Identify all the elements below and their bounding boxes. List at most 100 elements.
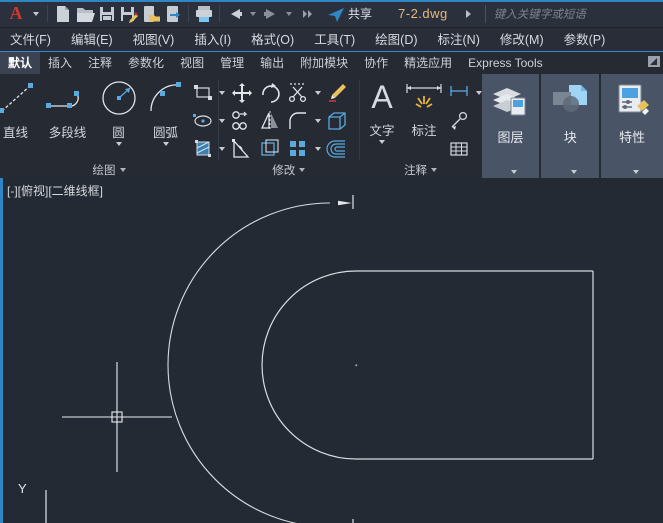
text-icon: A [363, 78, 401, 118]
scale-tool[interactable] [229, 136, 255, 162]
block-panel-label: 块 [564, 127, 577, 146]
polyline-tool[interactable]: 多段线 [40, 78, 96, 141]
menu-item-view[interactable]: 视图(V) [123, 28, 185, 52]
tab-home[interactable]: 默认 [0, 52, 40, 74]
table-tool[interactable] [446, 136, 472, 162]
circle-dropdown-caret-icon[interactable] [116, 142, 122, 146]
erase-tool[interactable] [324, 80, 350, 106]
line-tool[interactable]: 直线 [0, 78, 40, 141]
array-grid-tool[interactable] [285, 136, 311, 162]
modify-panel-caret-icon[interactable] [299, 168, 305, 172]
block-panel[interactable]: 块 [541, 74, 599, 178]
document-dropdown-arrow-icon[interactable] [466, 10, 471, 18]
draw-panel-label: 绘图 [93, 162, 116, 178]
redo-icon[interactable] [260, 1, 282, 27]
fillet-dropdown-caret-icon[interactable] [315, 119, 321, 123]
drawing-canvas[interactable]: [-][俯视][二维线框] [0, 178, 663, 523]
menu-item-draw[interactable]: 绘图(D) [365, 28, 427, 52]
open-file-icon[interactable] [74, 1, 96, 27]
rotate-tool[interactable] [257, 80, 283, 106]
trim-dropdown-caret-icon[interactable] [315, 91, 321, 95]
rectangle-tool[interactable] [190, 80, 216, 106]
arc-length-dimension-arc [168, 203, 330, 523]
menu-item-dimension[interactable]: 标注(N) [428, 28, 490, 52]
text-tool[interactable]: A 文字 [362, 78, 402, 144]
save-as-icon[interactable] [118, 1, 140, 27]
hatch-tool[interactable] [190, 136, 216, 162]
mirror-icon [258, 109, 282, 133]
tab-output[interactable]: 输出 [252, 52, 292, 74]
tab-parametric[interactable]: 参数化 [120, 52, 172, 74]
redo-dropdown-caret-icon[interactable] [286, 12, 292, 16]
polyline-icon [41, 78, 95, 120]
undo-icon[interactable] [224, 1, 246, 27]
tab-addins[interactable]: 附加模块 [292, 52, 356, 74]
leader-tool[interactable] [446, 108, 472, 134]
search-input[interactable]: 键入关键字或短语 [485, 5, 586, 23]
array-icon [258, 137, 282, 161]
array-dropdown-caret-icon[interactable] [315, 147, 321, 151]
move-tool[interactable] [229, 80, 255, 106]
share-label[interactable]: 共享 [348, 5, 372, 22]
tab-view[interactable]: 视图 [172, 52, 212, 74]
offset-icon [325, 137, 349, 161]
menu-item-format[interactable]: 格式(O) [241, 28, 304, 52]
block-panel-caret-icon[interactable] [571, 170, 577, 174]
array-tool[interactable] [257, 136, 283, 162]
left-arc-cap [262, 271, 356, 459]
save-icon[interactable] [96, 1, 118, 27]
stretch-icon [325, 109, 349, 133]
arc-dropdown-caret-icon[interactable] [163, 142, 169, 146]
properties-panel-caret-icon[interactable] [633, 170, 639, 174]
tab-express-tools[interactable]: Express Tools [460, 52, 550, 74]
draw-panel-label-row[interactable]: 绘图 [0, 162, 218, 178]
draw-panel-caret-icon[interactable] [120, 168, 126, 172]
menu-item-edit[interactable]: 编辑(E) [61, 28, 123, 52]
autocad-window: A [0, 0, 663, 523]
dimension-tool[interactable]: 标注 [402, 78, 446, 139]
menu-item-file[interactable]: 文件(F) [0, 28, 61, 52]
trim-tool[interactable] [285, 80, 311, 106]
tab-manage[interactable]: 管理 [212, 52, 252, 74]
annotation-panel-caret-icon[interactable] [431, 168, 437, 172]
menu-item-modify[interactable]: 修改(M) [490, 28, 554, 52]
menu-item-parametric[interactable]: 参数(P) [554, 28, 616, 52]
arc-tool-label: 圆弧 [153, 122, 178, 141]
autocad-logo-icon[interactable]: A [3, 1, 29, 27]
properties-panel[interactable]: 特性 [601, 74, 663, 178]
offset-tool[interactable] [324, 136, 350, 162]
line-icon [0, 78, 39, 120]
plot-icon[interactable] [193, 1, 215, 27]
new-file-icon[interactable] [52, 1, 74, 27]
trim-icon [286, 81, 310, 105]
text-dropdown-caret-icon[interactable] [379, 140, 385, 144]
layers-panel[interactable]: 图层 [482, 74, 540, 178]
fillet-tool[interactable] [285, 108, 311, 134]
tab-featured-apps[interactable]: 精选应用 [396, 52, 460, 74]
drawing-geometry [0, 178, 663, 523]
tab-collaborate[interactable]: 协作 [356, 52, 396, 74]
menu-item-tools[interactable]: 工具(T) [304, 28, 365, 52]
circle-tool[interactable]: 圆 [96, 78, 142, 146]
undo-dropdown-caret-icon[interactable] [250, 12, 256, 16]
menu-item-insert[interactable]: 插入(I) [184, 28, 241, 52]
layers-panel-caret-icon[interactable] [511, 170, 517, 174]
save-to-web-icon[interactable] [162, 1, 184, 27]
stretch-tool[interactable] [324, 108, 350, 134]
tab-annotate[interactable]: 注释 [80, 52, 120, 74]
annotation-panel-label-row[interactable]: 注释 [360, 162, 482, 178]
logo-dropdown-caret-icon[interactable] [33, 12, 39, 16]
ellipse-tool[interactable] [190, 108, 216, 134]
modify-panel-label-row[interactable]: 修改 [219, 162, 359, 178]
open-from-web-icon[interactable] [140, 1, 162, 27]
arc-tool[interactable]: 圆弧 [142, 78, 190, 146]
ribbon-panels: 直线 多段线 [0, 74, 663, 178]
erase-icon [325, 81, 349, 105]
dimension-style-tool[interactable] [446, 80, 472, 106]
mirror-tool[interactable] [257, 108, 283, 134]
share-icon[interactable] [326, 1, 346, 27]
minimize-ribbon-icon[interactable] [648, 56, 660, 67]
copy-tool[interactable] [229, 108, 255, 134]
tab-insert[interactable]: 插入 [40, 52, 80, 74]
more-icon[interactable] [296, 1, 318, 27]
